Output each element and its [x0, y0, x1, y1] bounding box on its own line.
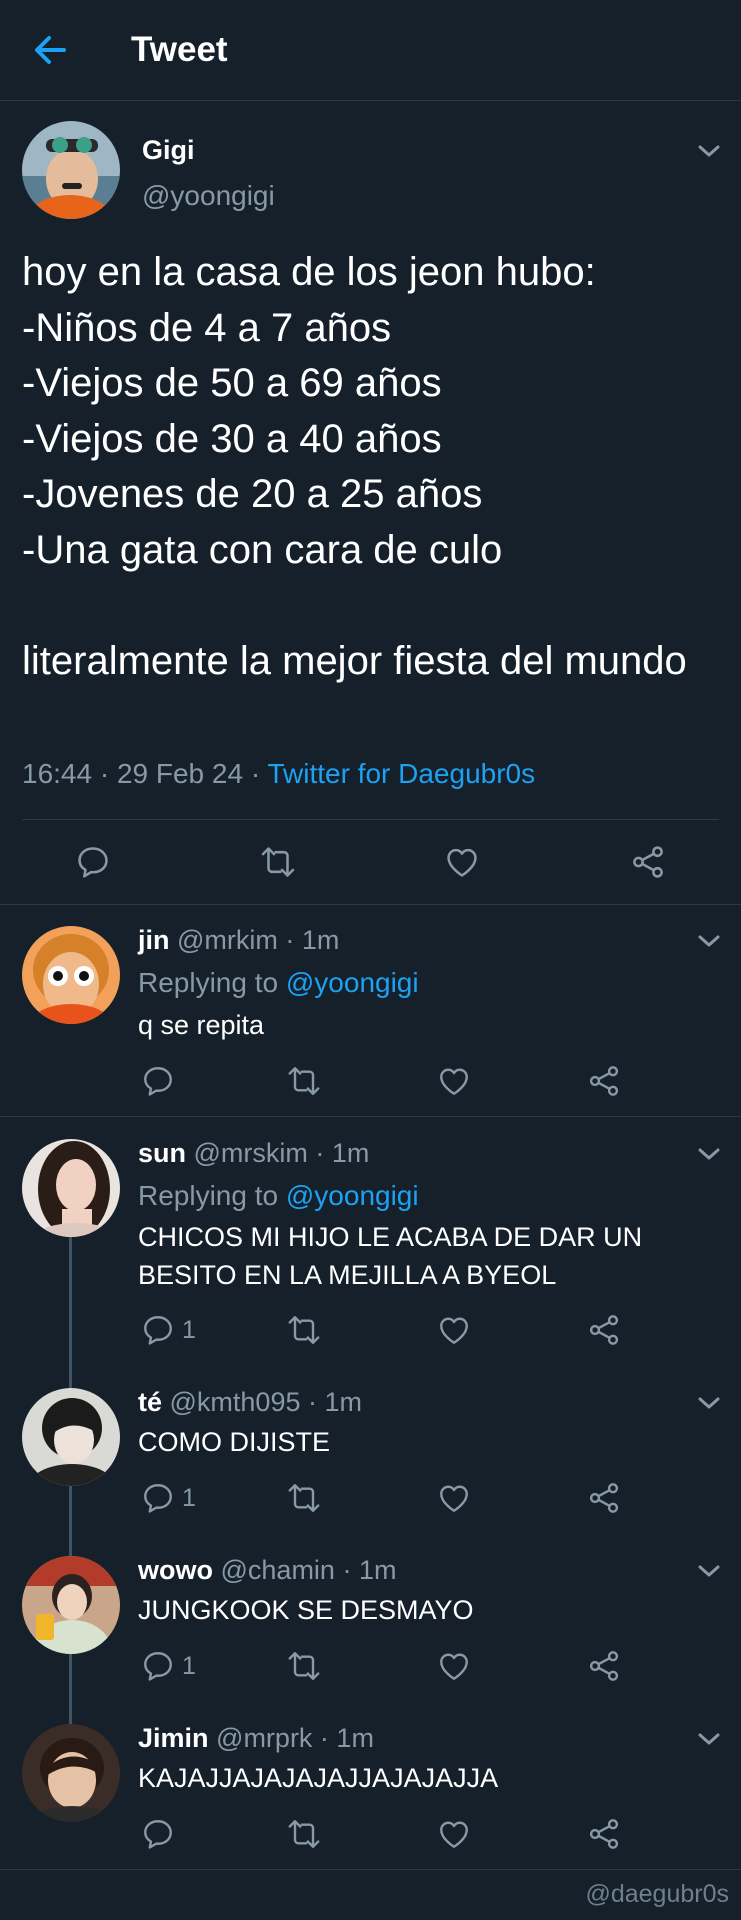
reply-avatar[interactable]: [22, 926, 120, 1024]
reply-icon[interactable]: [140, 1816, 176, 1852]
tweet-source-link[interactable]: Twitter for Daegubr0s: [267, 758, 535, 789]
retweet-icon[interactable]: [286, 1312, 322, 1348]
retweet-icon[interactable]: [286, 1063, 322, 1099]
tweet-text: hoy en la casa de los jeon hubo: -Niños …: [22, 250, 687, 684]
reply-handle-time: @chamin · 1m: [213, 1555, 397, 1585]
reply-handle-time: @kmth095 · 1m: [162, 1387, 362, 1417]
reply-header: sun @mrskim · 1m: [138, 1138, 369, 1169]
tweet-timestamp: 16:44 · 29 Feb 24 ·: [22, 758, 268, 789]
reply-icon[interactable]: [74, 843, 112, 881]
replying-to-label: Replying to: [138, 1180, 286, 1211]
chevron-down-icon[interactable]: [694, 1728, 724, 1750]
share-icon[interactable]: [629, 843, 667, 881]
reply-handle-time: @mrprk · 1m: [208, 1723, 374, 1753]
chevron-down-icon[interactable]: [694, 1143, 724, 1165]
chevron-down-icon[interactable]: [694, 1560, 724, 1582]
reply-text: JUNGKOOK SE DESMAYO: [138, 1595, 474, 1625]
author-avatar[interactable]: [22, 121, 120, 219]
retweet-icon[interactable]: [259, 843, 297, 881]
reply-icon[interactable]: [140, 1312, 176, 1348]
reply-avatar[interactable]: [22, 1139, 120, 1237]
share-icon[interactable]: [586, 1312, 622, 1348]
like-heart-icon[interactable]: [436, 1063, 472, 1099]
reply-count: 1: [182, 1484, 196, 1512]
share-icon[interactable]: [586, 1480, 622, 1516]
watermark: @daegubr0s: [585, 1880, 729, 1908]
chevron-down-icon[interactable]: [694, 930, 724, 952]
chevron-down-icon[interactable]: [694, 1392, 724, 1414]
author-name[interactable]: Gigi: [142, 135, 195, 166]
reply-header: té @kmth095 · 1m: [138, 1387, 362, 1418]
share-icon[interactable]: [586, 1063, 622, 1099]
reply-text: q se repita: [138, 1010, 265, 1040]
reply-handle-time: @mrskim · 1m: [186, 1138, 370, 1168]
reply-header: jin @mrkim · 1m: [138, 925, 339, 956]
reply-author-name[interactable]: té: [138, 1387, 162, 1417]
like-heart-icon[interactable]: [443, 843, 481, 881]
replying-to: Replying to @yoongigi: [138, 1180, 419, 1212]
retweet-icon[interactable]: [286, 1816, 322, 1852]
like-heart-icon[interactable]: [436, 1312, 472, 1348]
divider: [0, 1116, 741, 1117]
replying-to: Replying to @yoongigi: [138, 967, 419, 999]
chevron-down-icon[interactable]: [694, 140, 724, 162]
reply-text: COMO DIJISTE: [138, 1427, 331, 1457]
reply-author-name[interactable]: wowo: [138, 1555, 213, 1585]
replying-to-handle[interactable]: @yoongigi: [286, 967, 419, 998]
reply-text: KAJAJJAJAJAJAJJAJAJAJJA: [138, 1763, 499, 1793]
reply-text: CHICOS MI HIJO LE ACABA DE DAR UN BESITO…: [138, 1222, 643, 1290]
share-icon[interactable]: [586, 1648, 622, 1684]
reply-author-name[interactable]: sun: [138, 1138, 186, 1168]
like-heart-icon[interactable]: [436, 1816, 472, 1852]
reply-header: Jimin @mrprk · 1m: [138, 1723, 374, 1754]
retweet-icon[interactable]: [286, 1480, 322, 1516]
reply-icon[interactable]: [140, 1648, 176, 1684]
reply-avatar[interactable]: [22, 1556, 120, 1654]
divider: [22, 819, 719, 820]
reply-avatar[interactable]: [22, 1724, 120, 1822]
reply-author-name[interactable]: jin: [138, 925, 170, 955]
top-bar: Tweet: [0, 0, 741, 101]
like-heart-icon[interactable]: [436, 1648, 472, 1684]
reply-icon[interactable]: [140, 1480, 176, 1516]
reply-count: 1: [182, 1316, 196, 1344]
share-icon[interactable]: [586, 1816, 622, 1852]
divider: [0, 904, 741, 905]
replying-to-label: Replying to: [138, 967, 286, 998]
reply-header: wowo @chamin · 1m: [138, 1555, 396, 1586]
author-handle[interactable]: @yoongigi: [142, 180, 275, 212]
page-title: Tweet: [131, 30, 228, 69]
replying-to-handle[interactable]: @yoongigi: [286, 1180, 419, 1211]
reply-avatar[interactable]: [22, 1388, 120, 1486]
divider: [0, 1869, 741, 1870]
back-arrow-icon[interactable]: [30, 30, 70, 70]
like-heart-icon[interactable]: [436, 1480, 472, 1516]
tweet-meta: 16:44 · 29 Feb 24 · Twitter for Daegubr0…: [22, 758, 535, 790]
reply-handle-time: @mrkim · 1m: [169, 925, 340, 955]
reply-icon[interactable]: [140, 1063, 176, 1099]
reply-author-name[interactable]: Jimin: [138, 1723, 209, 1753]
retweet-icon[interactable]: [286, 1648, 322, 1684]
reply-count: 1: [182, 1652, 196, 1680]
